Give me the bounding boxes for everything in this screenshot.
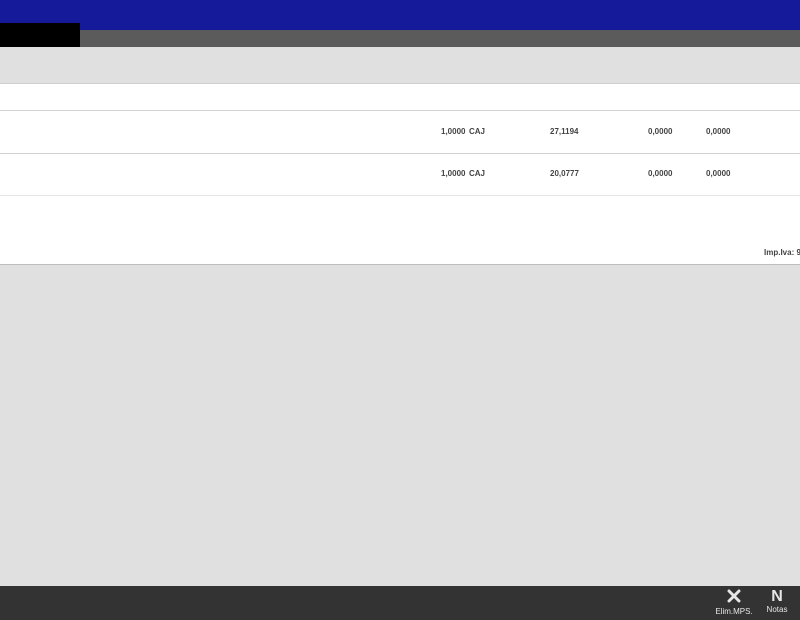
notas-label: Notas — [766, 605, 788, 614]
price-cell: 20,0777 — [550, 169, 579, 178]
discount-cell: 0,0000 — [648, 169, 673, 178]
unit-cell: CAJ — [469, 127, 486, 136]
toolbar-area — [0, 47, 800, 83]
quantity-cell: 1,0000 — [441, 169, 466, 178]
discount2-cell: 0,0000 — [706, 127, 731, 136]
tab-strip — [0, 30, 800, 47]
table-row[interactable]: 1,0000 CAJ 27,1194 0,0000 0,0000 — [0, 112, 800, 154]
table-row[interactable]: 1,0000 CAJ 20,0777 0,0000 0,0000 — [0, 154, 800, 196]
imp-iva-total: Imp.Iva: 9 — [764, 248, 800, 257]
bottom-action-bar: Elim.MPS. N Notas — [0, 586, 800, 620]
notas-button[interactable]: N Notas — [761, 589, 793, 615]
discount-cell: 0,0000 — [648, 127, 673, 136]
elim-mps-button[interactable]: Elim.MPS. — [713, 589, 755, 617]
lines-header-row — [0, 84, 800, 111]
active-tab[interactable] — [0, 23, 80, 47]
app-header — [0, 0, 800, 30]
discount2-cell: 0,0000 — [706, 169, 731, 178]
price-cell: 27,1194 — [550, 127, 579, 136]
quantity-cell: 1,0000 — [441, 127, 466, 136]
close-icon — [713, 589, 755, 607]
document-lines-panel: 1,0000 CAJ 27,1194 0,0000 0,0000 1,0000 … — [0, 83, 800, 265]
unit-cell: CAJ — [469, 169, 486, 178]
notes-icon: N — [771, 588, 783, 605]
elim-mps-label: Elim.MPS. — [715, 607, 753, 616]
